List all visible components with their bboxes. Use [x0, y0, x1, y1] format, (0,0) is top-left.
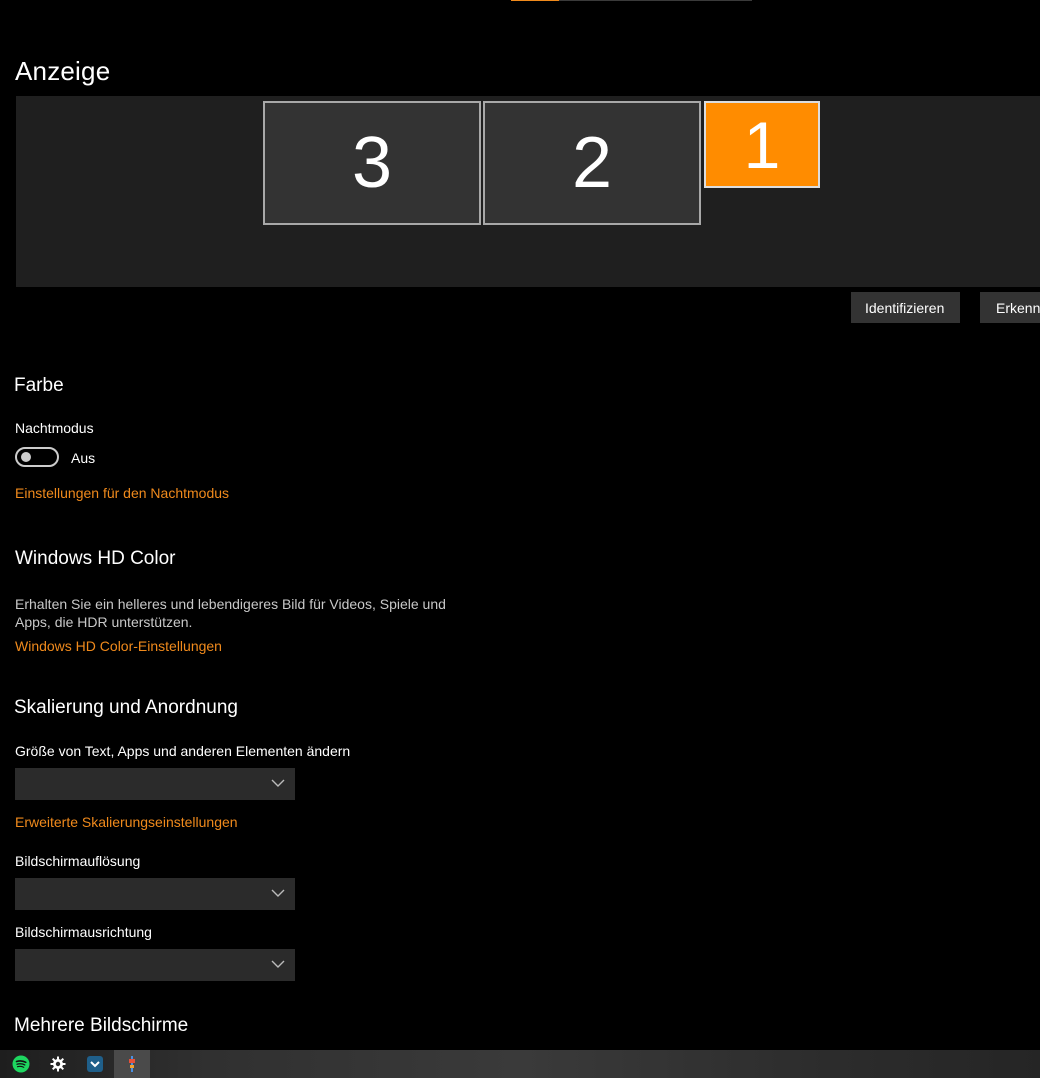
spotify-icon[interactable]: [3, 1050, 39, 1078]
monitor-2-number: 2: [571, 123, 613, 203]
night-mode-toggle[interactable]: [15, 447, 59, 467]
scale-size-label: Größe von Text, Apps und anderen Element…: [15, 743, 351, 759]
display-arrangement: 3 2 1: [16, 96, 1040, 287]
monitor-1-selected[interactable]: 1: [704, 101, 820, 188]
orientation-dropdown[interactable]: [15, 949, 295, 981]
identify-button[interactable]: Identifizieren: [851, 292, 960, 323]
chevron-badge-icon: [87, 1056, 103, 1072]
night-mode-settings-link[interactable]: Einstellungen für den Nachtmodus: [15, 485, 229, 501]
detect-button[interactable]: Erkennen: [980, 292, 1040, 323]
settings-gear-icon[interactable]: [40, 1050, 76, 1078]
pin-icon: [129, 1056, 135, 1072]
settings-page: Anzeige 3 2 1 Identifizieren Erkennen Fa…: [0, 0, 1040, 1078]
monitor-2[interactable]: 2: [483, 101, 701, 225]
chevron-down-icon: [271, 960, 285, 968]
chevron-down-icon: [271, 779, 285, 787]
resolution-dropdown[interactable]: [15, 878, 295, 910]
toggle-knob: [21, 452, 31, 462]
color-heading: Farbe: [14, 375, 64, 396]
multiple-displays-heading: Mehrere Bildschirme: [14, 1015, 189, 1036]
hd-color-settings-link[interactable]: Windows HD Color-Einstellungen: [15, 638, 222, 654]
page-title: Anzeige: [15, 56, 111, 86]
top-scroll-indicator: [511, 0, 559, 1]
scale-layout-heading: Skalierung und Anordnung: [14, 697, 238, 718]
resolution-label: Bildschirmauflösung: [15, 853, 141, 869]
night-mode-label: Nachtmodus: [15, 420, 94, 436]
advanced-scaling-link[interactable]: Erweiterte Skalierungseinstellungen: [15, 814, 238, 830]
scale-size-dropdown[interactable]: [15, 768, 295, 800]
night-mode-state: Aus: [71, 450, 96, 466]
pinned-app-icon[interactable]: [114, 1050, 150, 1078]
monitor-1-number: 1: [743, 107, 781, 182]
monitor-3[interactable]: 3: [263, 101, 481, 225]
hd-color-heading: Windows HD Color: [15, 548, 176, 569]
orientation-label: Bildschirmausrichtung: [15, 924, 152, 940]
taskbar: [0, 1050, 1040, 1078]
monitor-3-number: 3: [351, 123, 393, 203]
spotify-icon-graphic: [12, 1055, 30, 1073]
chevron-down-icon: [271, 889, 285, 897]
chevron-app-icon[interactable]: [77, 1050, 113, 1078]
gear-icon: [50, 1056, 66, 1072]
hd-color-description: Erhalten Sie ein helleres und lebendiger…: [15, 596, 446, 630]
